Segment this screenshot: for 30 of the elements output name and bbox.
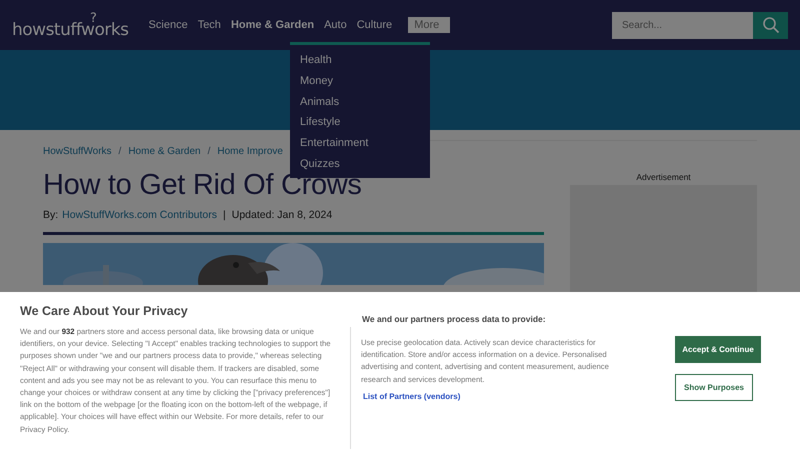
author-link[interactable]: HowStuffWorks.com Contributors (62, 209, 218, 221)
byline-label: By: (43, 209, 58, 221)
purposes-button[interactable]: Show Purposes (675, 374, 753, 401)
nav-link[interactable]: Tech (198, 19, 221, 31)
menu-item[interactable]: Money (290, 74, 430, 95)
search-button[interactable] (753, 12, 788, 38)
partners-link[interactable]: List of Partners (vendors) (363, 392, 460, 401)
menu-item[interactable]: Lifestyle (290, 115, 430, 136)
search-field[interactable]: Search... (612, 12, 753, 38)
breadcrumb-link[interactable]: Home Improve (217, 146, 283, 157)
ad-label: Advertisement (635, 172, 692, 182)
breadcrumb-separator: / (208, 146, 210, 157)
breadcrumb-link[interactable]: HowStuffWorks (43, 146, 112, 157)
consent-title: We Care About Your Privacy (20, 304, 189, 318)
breadcrumb-separator: / (118, 146, 122, 157)
menu-item[interactable]: Animals (290, 94, 430, 116)
purposes-title: We and our partners process data to provide: (362, 314, 546, 324)
breadcrumb-link[interactable]: Home & Garden (128, 146, 201, 157)
accept-button[interactable]: Accept & Continue (675, 336, 761, 363)
nav-link[interactable]: Culture (356, 19, 392, 31)
nav-link[interactable]: Home & Garden (230, 19, 314, 31)
byline-separator: | (223, 209, 226, 221)
updated-date: Updated: Jan 8, 2024 (232, 209, 332, 221)
search-icon (762, 16, 780, 34)
menu-item[interactable]: Health (290, 53, 430, 74)
nav-link[interactable]: Science (148, 19, 188, 31)
nav-link[interactable]: Auto (324, 19, 347, 31)
menu-item[interactable]: Entertainment (290, 136, 430, 158)
nav-link[interactable]: More (408, 17, 450, 33)
site-logo[interactable]: ? howstuffworks (12, 12, 129, 38)
